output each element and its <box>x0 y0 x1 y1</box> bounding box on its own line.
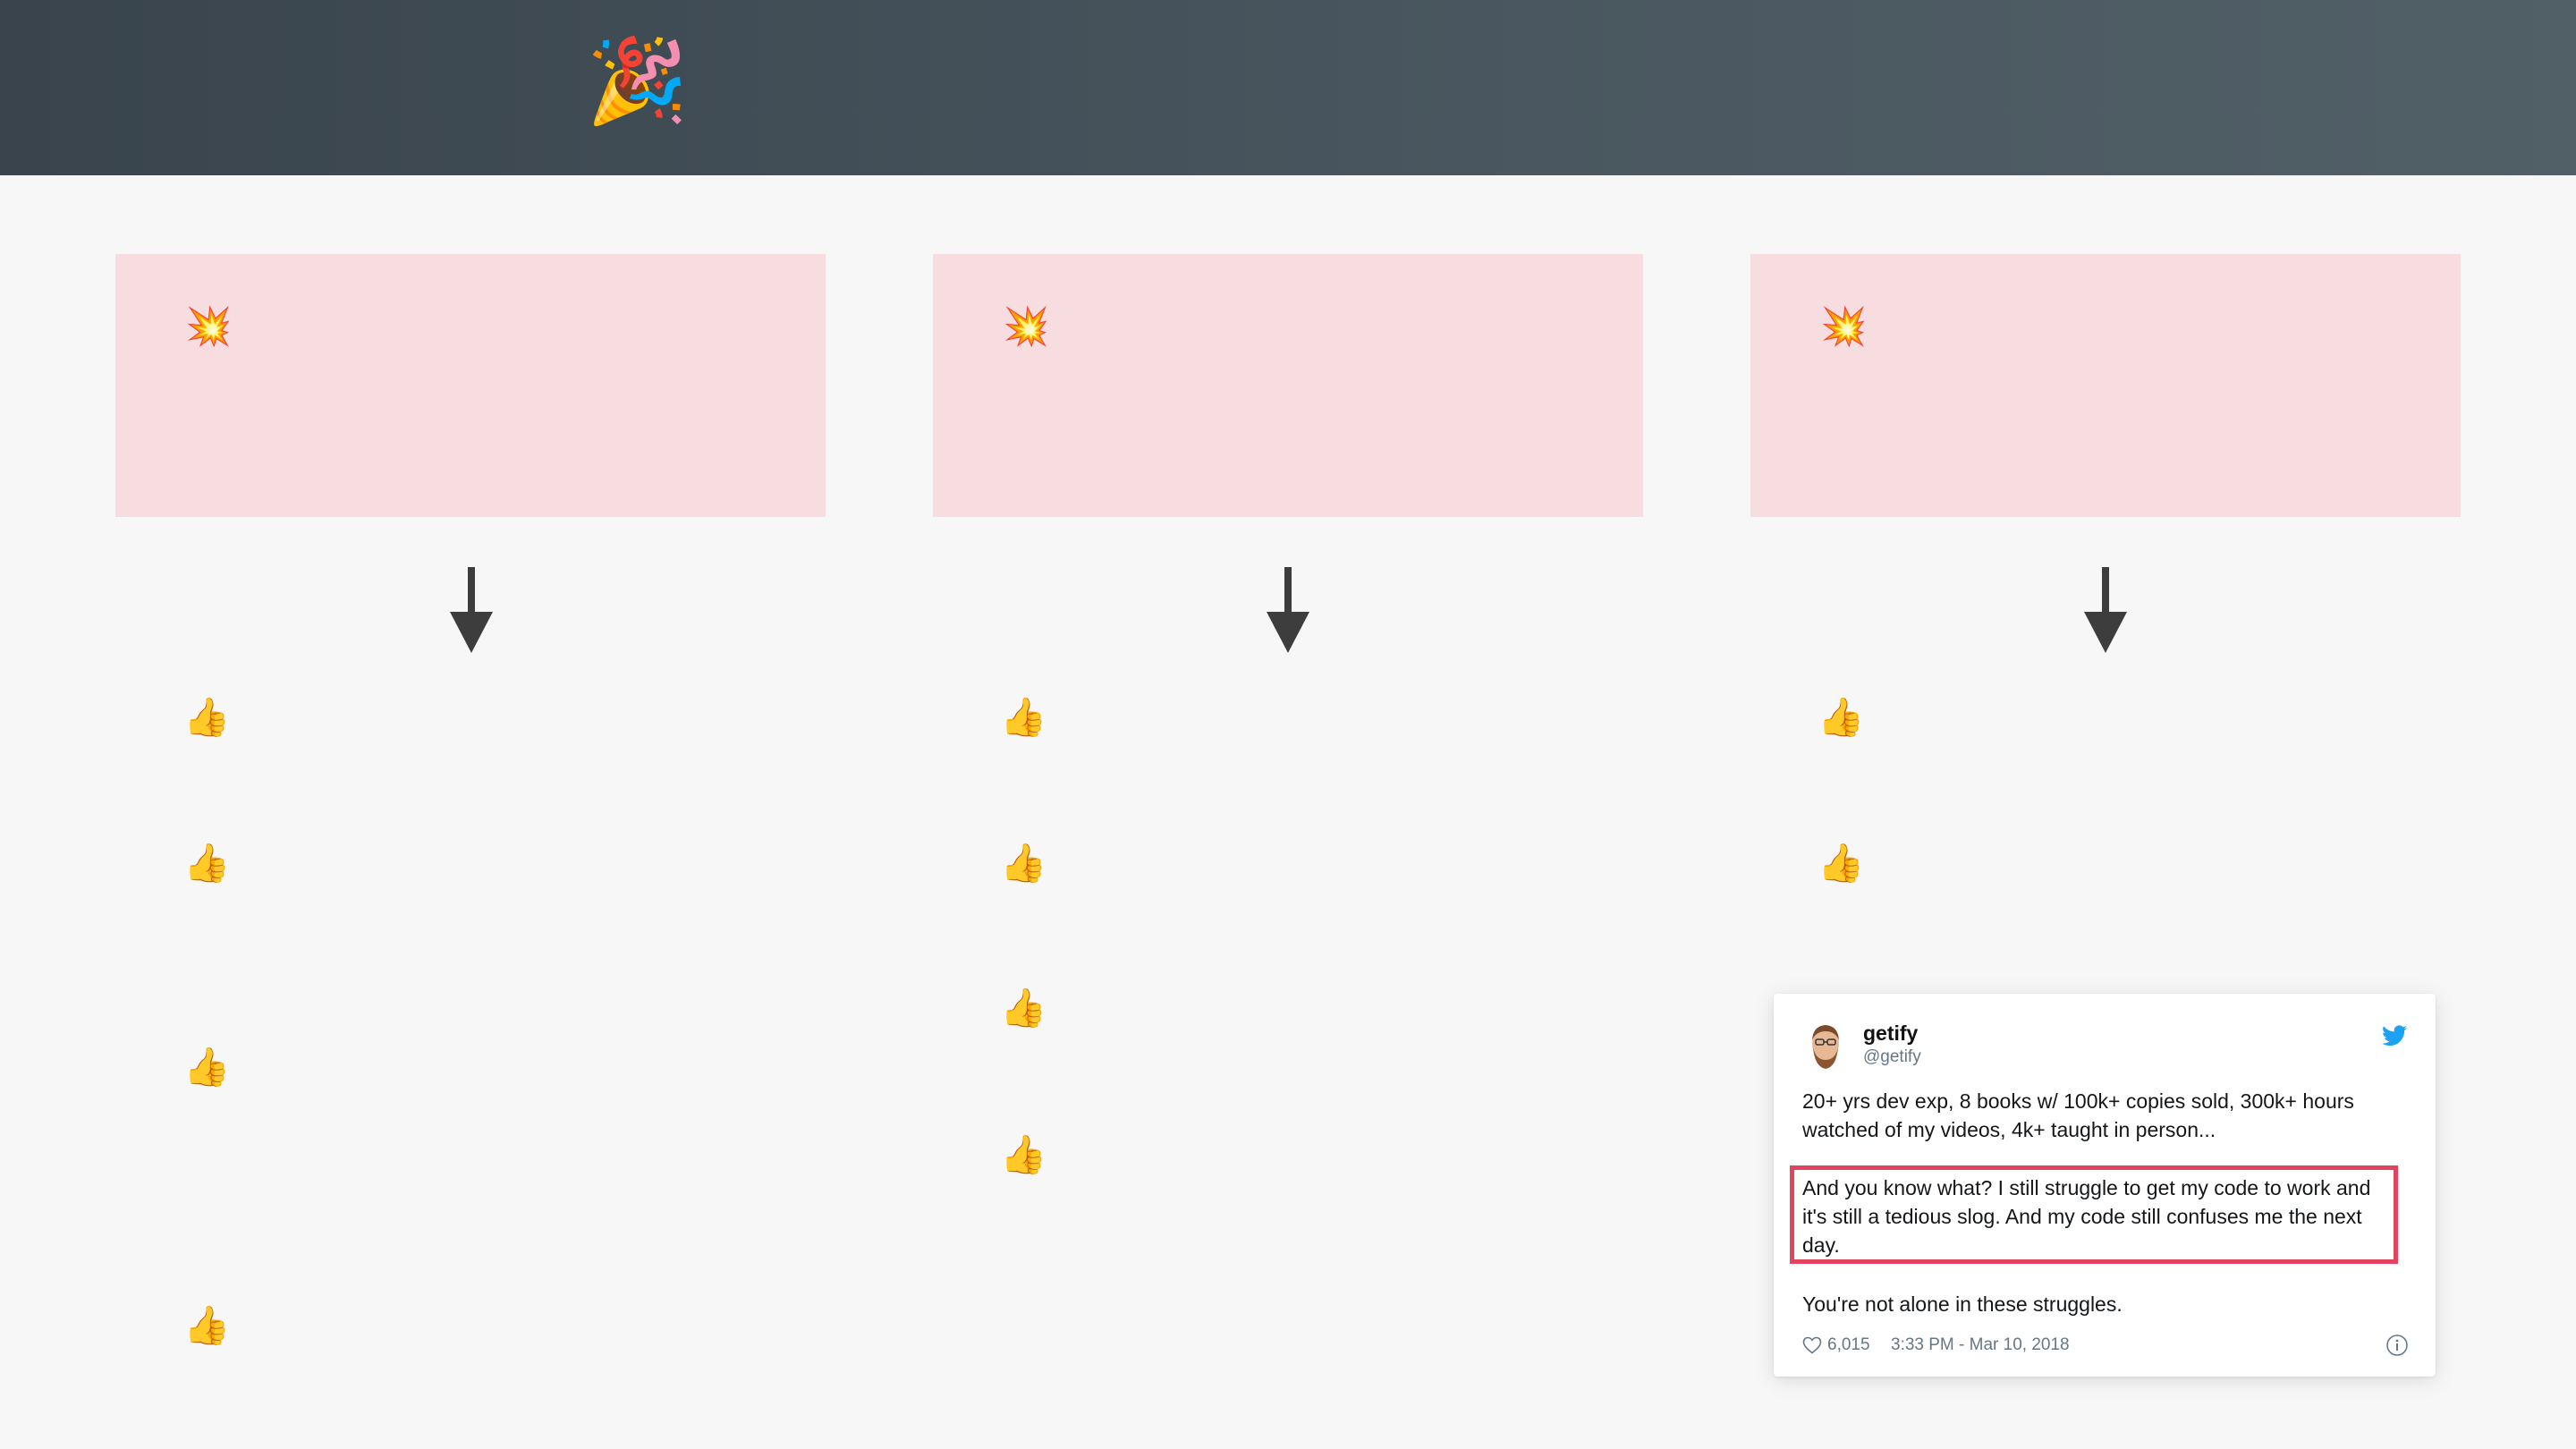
heart-icon[interactable] <box>1802 1336 1822 1354</box>
collision-icon: 💥 <box>1003 305 1050 347</box>
thumbs-up-icon: 👍 <box>183 696 231 738</box>
tweet-text-paragraph-1: 20+ yrs dev exp, 8 books w/ 100k+ copies… <box>1802 1089 2354 1141</box>
problem-card-1: 💥 <box>115 254 826 517</box>
tweet-timestamp[interactable]: 3:33 PM - Mar 10, 2018 <box>1891 1335 2070 1355</box>
collision-icon: 💥 <box>185 305 233 347</box>
header-banner: 🎉 <box>0 0 2576 175</box>
tweet-footer: 6,015 3:33 PM - Mar 10, 2018 <box>1802 1334 2411 1360</box>
avatar[interactable] <box>1806 1021 1845 1071</box>
thumbs-up-icon: 👍 <box>1000 987 1047 1029</box>
thumbs-up-icon: 👍 <box>1818 842 1865 884</box>
collision-icon: 💥 <box>1820 305 1868 347</box>
party-popper-icon: 🎉 <box>586 36 689 127</box>
problem-card-2: 💥 <box>933 254 1643 517</box>
thumbs-up-icon: 👍 <box>1000 696 1047 738</box>
thumbs-up-icon: 👍 <box>183 1046 231 1088</box>
thumbs-up-icon: 👍 <box>1000 842 1047 884</box>
like-count[interactable]: 6,015 <box>1827 1335 1870 1355</box>
tweet-text-paragraph-2: And you know what? I still struggle to g… <box>1802 1176 2371 1257</box>
down-arrow-icon <box>450 567 493 653</box>
info-icon[interactable] <box>2385 1334 2409 1357</box>
tweet-text-paragraph-3: You're not alone in these struggles. <box>1802 1292 2123 1316</box>
thumbs-up-icon: 👍 <box>183 1304 231 1346</box>
problem-card-3: 💥 <box>1750 254 2461 517</box>
embedded-tweet[interactable]: getify @getify 20+ yrs dev exp, 8 books … <box>1774 994 2436 1377</box>
twitter-bird-icon[interactable] <box>2382 1025 2407 1046</box>
tweet-author-handle[interactable]: @getify <box>1863 1047 1921 1067</box>
tweet-author-name[interactable]: getify <box>1863 1021 1918 1046</box>
down-arrow-icon <box>1267 567 1309 653</box>
thumbs-up-icon: 👍 <box>183 842 231 884</box>
thumbs-up-icon: 👍 <box>1000 1133 1047 1175</box>
thumbs-up-icon: 👍 <box>1818 696 1865 738</box>
down-arrow-icon <box>2084 567 2127 653</box>
